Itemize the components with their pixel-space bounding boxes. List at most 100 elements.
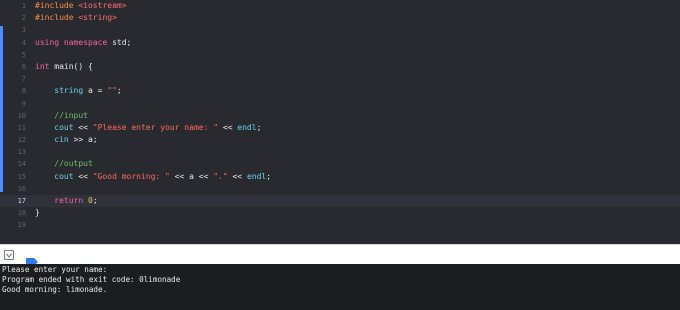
code-token: endl <box>246 171 267 181</box>
code-text: //output <box>35 158 93 170</box>
breakpoint-icon[interactable] <box>26 251 38 266</box>
code-token: namespace <box>63 37 108 47</box>
console-line: Good morning: limonade. <box>2 285 108 294</box>
line-number: 6 <box>21 62 26 71</box>
code-token: << <box>73 122 93 132</box>
code-line[interactable]: 19 <box>0 219 680 231</box>
debug-toolbar <box>0 244 680 266</box>
code-text: cout << "Please enter your name: " << en… <box>35 122 261 134</box>
console-output[interactable]: Please enter your name: Program ended wi… <box>0 264 680 310</box>
code-token: << <box>227 171 247 181</box>
code-line[interactable]: 13 <box>0 146 680 158</box>
code-line[interactable]: 3 <box>0 24 680 36</box>
code-token: ; <box>256 122 262 132</box>
code-line[interactable]: 16 <box>0 183 680 195</box>
code-token: >> a; <box>68 135 98 145</box>
line-number: 7 <box>21 75 26 84</box>
code-token: ; <box>116 86 122 96</box>
line-number: 5 <box>21 50 26 59</box>
code-line[interactable]: 4 using namespace std; <box>0 37 680 49</box>
chevron-down-icon[interactable] <box>4 250 14 260</box>
code-text: //input <box>35 110 88 122</box>
code-token: a = <box>83 86 108 96</box>
code-line[interactable]: 11 cout << "Please enter your name: " <<… <box>0 122 680 134</box>
code-token: #include <box>35 1 79 10</box>
line-number: 15 <box>17 172 26 181</box>
code-text: string a = ""; <box>35 85 122 97</box>
code-text: #include <string> <box>35 12 117 24</box>
code-token: //input <box>54 110 88 120</box>
line-number: 11 <box>17 123 26 132</box>
code-lines: 1 #include <iostream> 2 #include <string> 3 4… <box>0 0 680 232</box>
line-number: 19 <box>17 221 26 230</box>
code-line[interactable]: 12 cin >> a; <box>0 134 680 146</box>
code-token: cin <box>54 135 69 145</box>
code-token: ; <box>266 171 272 181</box>
code-line[interactable]: 9 <box>0 98 680 110</box>
code-token: using <box>35 37 60 47</box>
code-token: "Good morning: " <box>92 171 170 181</box>
code-token: "." <box>213 171 228 181</box>
code-line[interactable]: 8 string a = ""; <box>0 85 680 97</box>
line-number: 16 <box>17 184 26 193</box>
line-number: 18 <box>17 209 26 218</box>
line-number: 8 <box>21 87 26 96</box>
code-text: using namespace std; <box>35 37 131 49</box>
code-line[interactable]: 10 //input <box>0 110 680 122</box>
code-token: << a << <box>169 171 214 181</box>
code-token: return <box>54 196 84 205</box>
code-line[interactable]: 14 //output <box>0 158 680 170</box>
line-number: 1 <box>21 2 26 10</box>
code-line[interactable]: 1 #include <iostream> <box>0 0 680 12</box>
code-token: << <box>73 171 93 181</box>
code-editor[interactable]: 1 #include <iostream> 2 #include <string> 3 4… <box>0 0 680 244</box>
code-token: cout <box>54 122 74 132</box>
code-token: ; <box>92 196 98 205</box>
code-text: #include <iostream> <box>35 0 127 12</box>
code-token: #include <box>35 13 79 23</box>
code-text: cin >> a; <box>35 134 98 146</box>
line-number: 14 <box>17 160 26 169</box>
line-number: 2 <box>21 14 26 23</box>
code-text: return 0; <box>35 195 98 207</box>
line-number: 3 <box>21 26 26 35</box>
code-token: endl <box>237 122 257 132</box>
code-token: main() { <box>49 61 93 71</box>
code-token: //output <box>54 159 93 169</box>
line-number: 12 <box>17 136 26 145</box>
console-line: Program ended with exit code: 0limonade <box>2 275 181 284</box>
console-line: Please enter your name: <box>2 265 108 274</box>
code-token: <iostream> <box>78 1 127 10</box>
code-token: std; <box>107 37 132 47</box>
code-token: <string> <box>78 13 117 23</box>
code-line[interactable]: 17 return 0; <box>0 195 680 208</box>
code-token: << <box>218 122 238 132</box>
code-token: } <box>35 208 40 218</box>
code-text: int main() { <box>35 61 93 73</box>
code-line[interactable]: 15 cout << "Good morning: " << a << "." … <box>0 171 680 183</box>
code-text: cout << "Good morning: " << a << "." << … <box>35 171 271 183</box>
code-line[interactable]: 6 int main() { <box>0 61 680 73</box>
code-line[interactable]: 18} <box>0 207 680 219</box>
code-token: "" <box>107 86 117 96</box>
line-number: 9 <box>21 99 26 108</box>
code-line[interactable]: 5 <box>0 49 680 61</box>
code-token: "Please enter your name: " <box>92 122 219 132</box>
code-line[interactable]: 2 #include <string> <box>0 12 680 24</box>
xcode-window: 1 #include <iostream> 2 #include <string> 3 4… <box>0 0 680 310</box>
line-number: 10 <box>17 111 26 120</box>
code-line[interactable]: 7 <box>0 73 680 85</box>
code-token: cout <box>54 171 74 181</box>
code-token: int <box>35 61 50 71</box>
code-text: } <box>35 207 40 219</box>
line-number: 13 <box>17 148 26 157</box>
code-token: string <box>54 86 84 96</box>
line-number: 17 <box>17 197 26 205</box>
